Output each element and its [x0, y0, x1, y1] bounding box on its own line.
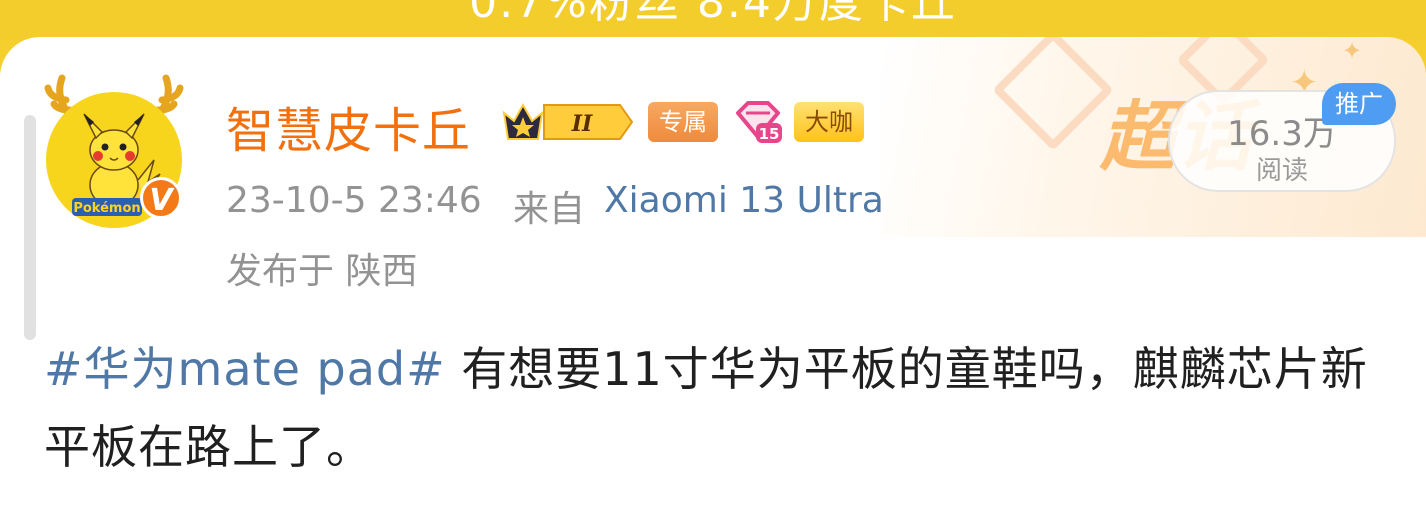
top-banner-text: 0.7%粉丝 8.4万度卡丘: [469, 0, 957, 28]
sparkle-icon: ✦: [1342, 37, 1363, 65]
level-number: 15: [759, 125, 780, 143]
post-location: 发布于 陕西: [226, 251, 418, 292]
post-time: 23-10-5 23:46: [226, 180, 482, 221]
verified-badge-icon: V: [140, 177, 182, 219]
post-content: #华为mate pad# 有想要11寸华为平板的童鞋吗，麒麟芯片新平板在路上了。: [44, 330, 1384, 486]
diamond-level-icon: 15: [736, 101, 782, 143]
vip-badge[interactable]: II: [500, 99, 634, 145]
level-badge[interactable]: 15: [732, 99, 784, 145]
svg-text:Pokémon: Pokémon: [73, 201, 140, 216]
big-shot-badge[interactable]: 大咖: [794, 102, 864, 142]
promoted-tag: 推广: [1322, 83, 1396, 125]
crown-icon: II: [502, 102, 634, 140]
source-label: 来自: [513, 189, 586, 230]
exclusive-badge[interactable]: 专属: [648, 102, 718, 142]
vip-level-text: II: [571, 111, 593, 137]
top-banner: 0.7%粉丝 8.4万度卡丘: [0, 0, 1426, 40]
scrollbar[interactable]: [24, 115, 36, 340]
username[interactable]: 智慧皮卡丘: [226, 91, 471, 161]
source-device-link[interactable]: Xiaomi 13 Ultra: [604, 180, 884, 221]
read-label: 阅读: [1255, 156, 1308, 186]
hashtag-link[interactable]: #华为mate pad#: [44, 342, 446, 396]
